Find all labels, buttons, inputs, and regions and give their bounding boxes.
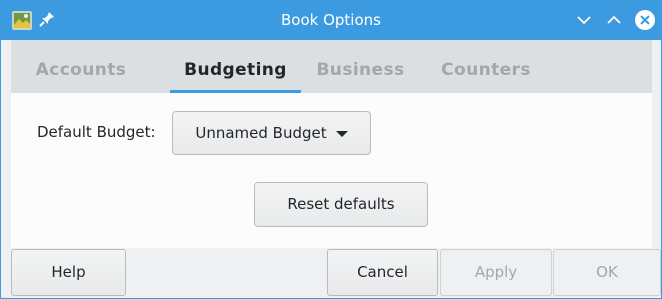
cancel-button[interactable]: Cancel (327, 249, 438, 296)
dialog-button-bar: Help Cancel Apply OK (1, 248, 661, 298)
default-budget-label: Default Budget: (37, 123, 156, 141)
ok-button[interactable]: OK (553, 249, 661, 296)
budgeting-panel: Default Budget: Unnamed Budget Reset def… (11, 93, 652, 248)
tab-business[interactable]: Business (311, 40, 410, 93)
default-budget-value: Unnamed Budget (195, 124, 327, 142)
reset-defaults-button[interactable]: Reset defaults (254, 182, 428, 227)
default-budget-combo[interactable]: Unnamed Budget (172, 111, 371, 155)
minimize-button[interactable] (575, 11, 593, 29)
tab-budgeting[interactable]: Budgeting (170, 40, 301, 93)
window-title: Book Options (281, 11, 381, 29)
title-bar: Book Options (0, 0, 662, 40)
tab-accounts[interactable]: Accounts (28, 40, 134, 93)
dropdown-arrow-icon (335, 130, 348, 137)
help-button[interactable]: Help (11, 249, 126, 296)
apply-button[interactable]: Apply (440, 249, 552, 296)
book-options-dialog: Accounts Budgeting Business Counters Def… (1, 40, 661, 298)
tab-bar: Accounts Budgeting Business Counters (11, 40, 652, 93)
tab-counters[interactable]: Counters (436, 40, 536, 93)
close-button[interactable] (635, 10, 655, 30)
maximize-button[interactable] (605, 11, 623, 29)
